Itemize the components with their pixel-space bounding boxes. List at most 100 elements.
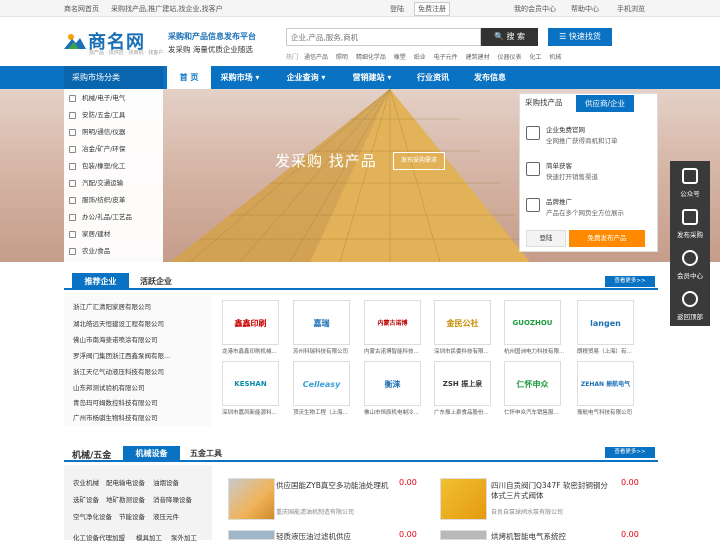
member-center-link[interactable]: 我的会员中心 [514, 4, 556, 14]
category-item[interactable]: 照明/通信/仪器 [64, 124, 163, 140]
banner-publish-button[interactable]: 发布采购需求 [393, 152, 445, 170]
product-company[interactable]: 自贡自泵球阀水泵有限公司 [491, 507, 563, 516]
product-title[interactable]: 轻质液压油过滤机供应 [276, 532, 396, 542]
keyword-link[interactable]: 模具加工 [136, 532, 162, 542]
publish-product-button[interactable]: 免费发布产品 [569, 230, 645, 247]
keyword-link[interactable]: 消音降噪设备 [153, 494, 192, 504]
product-company[interactable]: 重庆国能滤油机制造有限公司 [276, 507, 354, 516]
nav-purchase-market[interactable]: 采购市场 ▾ [214, 66, 266, 89]
publish-purchase-button[interactable]: 发布采购 [670, 202, 710, 243]
keyword-link[interactable]: 空气净化设备 [73, 511, 112, 521]
category-item[interactable]: 办公/礼品/工艺品 [64, 209, 163, 225]
register-button[interactable]: 免费注册 [414, 2, 450, 16]
product-title[interactable]: 烘烤机智能电气系统控 [491, 532, 611, 542]
tab-supplier[interactable]: 供应商/企业 [576, 95, 634, 112]
company-logo-card[interactable]: 鑫鑫印刷 龙港市鑫鑫印刷机械... [222, 300, 279, 360]
login-link[interactable]: 登陆 [390, 4, 404, 14]
mobile-link[interactable]: 手机浏览 [617, 4, 645, 14]
service-row[interactable]: 企业免费官网 全网推广获得商机和订单 [524, 122, 654, 154]
category-item[interactable]: 农业/食品 [64, 243, 163, 259]
help-center-link[interactable]: 帮助中心 [571, 4, 599, 14]
company-link[interactable]: 浙江天亿气动液压科技有限公司 [73, 366, 211, 376]
nav-marketing-site[interactable]: 营销建站 ▾ [346, 66, 398, 89]
tab-recommended-companies[interactable]: 推荐企业 [72, 273, 129, 290]
nav-company-search[interactable]: 企业查询 ▾ [279, 66, 333, 89]
product-image[interactable] [440, 478, 487, 520]
company-logo-card[interactable]: 衡涞 佛山市恒辰机电制冷... [364, 361, 421, 421]
hot-word[interactable]: 纸业 [414, 54, 426, 61]
company-logo-card[interactable]: ZSH 振上泉 广东振上泉食品股份... [434, 361, 491, 421]
member-center-button[interactable]: 会员中心 [670, 243, 710, 284]
more-machinery-button[interactable]: 查看更多>> [605, 447, 655, 458]
company-link[interactable]: 浙江广汇清阳家居有限公司 [73, 301, 211, 311]
nav-industry-news[interactable]: 行业资讯 [409, 66, 457, 89]
more-companies-button[interactable]: 查看更多>> [605, 276, 655, 287]
chart-icon [526, 198, 540, 212]
search-input[interactable] [287, 29, 480, 45]
company-link[interactable]: 湖北皓远天恒建设工程有限公司 [73, 318, 211, 328]
wechat-qr-button[interactable]: 公众号 [670, 161, 710, 202]
company-logo-card[interactable]: KESHAN 深圳市嘉风新能源科... [222, 361, 279, 421]
company-logo-card[interactable]: 嘉瑞 苏州科瑞科技有限公司 [293, 300, 350, 360]
keyword-link[interactable]: 液压元件 [153, 511, 179, 521]
quick-find-button[interactable]: ☰ 快速找货 [548, 28, 612, 46]
category-item[interactable]: 服饰/纺织/皮革 [64, 192, 163, 208]
company-link[interactable]: 罗浮阀门集团浙江西鑫泵阀有限... [73, 350, 211, 360]
hot-word[interactable]: 照明 [336, 54, 348, 61]
product-image[interactable] [440, 530, 487, 540]
category-item[interactable]: 机械/电子/电气 [64, 90, 163, 106]
company-link[interactable]: 佛山市南海斐诺喷涂有限公司 [73, 334, 211, 344]
company-logo-card[interactable]: langen 朗根贸易（上海）有... [577, 300, 634, 360]
back-to-top-button[interactable]: 返回顶部 [670, 284, 710, 325]
hot-word[interactable]: 仪器仪表 [498, 54, 522, 61]
hot-word[interactable]: 电子元件 [434, 54, 458, 61]
tab-buyer[interactable]: 采购找产品 [525, 97, 563, 108]
keyword-link[interactable]: 地矿勘测设备 [106, 494, 145, 504]
product-image[interactable] [228, 478, 275, 520]
category-item[interactable]: 汽配/交通运输 [64, 175, 163, 191]
keyword-link[interactable]: 农业机械 [73, 477, 99, 487]
company-link[interactable]: 青岛玛可姆数控科技有限公司 [73, 397, 211, 407]
company-link[interactable]: 山东邦测试验机有限公司 [73, 382, 211, 392]
company-logo-card[interactable]: GUOZHOU 杭州国洲电力科技有限... [504, 300, 564, 360]
keyword-link[interactable]: 配电输电设备 [106, 477, 145, 487]
company-logo-card[interactable]: Celleasy 顶沃生物工程（上海... [293, 361, 350, 421]
category-item[interactable]: 包装/橡塑/化工 [64, 158, 163, 174]
search-button-label: 搜 索 [506, 32, 526, 41]
company-link[interactable]: 广州市杨骐生物科技有限公司 [73, 412, 211, 422]
company-logo-card[interactable]: ZEHAN 振航电气 振航电气科技有限公司 [577, 361, 634, 421]
tab-machinery[interactable]: 机械设备 [123, 446, 180, 462]
hot-word[interactable]: 建筑建材 [466, 54, 490, 61]
service-row[interactable]: 品牌推广 产品在多个网页全方位展示 [524, 194, 654, 226]
company-logo-card[interactable]: 内蒙古诺博 内蒙古诺博智能科技... [364, 300, 421, 360]
category-item[interactable]: 家居/建材 [64, 226, 163, 242]
category-item[interactable]: 冶金/矿产/环保 [64, 141, 163, 157]
category-menu-title[interactable]: 采购市场分类 [64, 66, 163, 89]
keyword-link[interactable]: 选矿设备 [73, 494, 99, 504]
hot-word[interactable]: 精细化学品 [356, 54, 386, 61]
nav-publish-info[interactable]: 发布信息 [466, 66, 514, 89]
search-button[interactable]: 🔍 搜 索 [481, 28, 538, 46]
product-title[interactable]: 四川自贡阀门Q347F 软密封铜钢分体式三片式阀体 [491, 481, 609, 501]
logo-icon[interactable] [64, 32, 86, 50]
hot-word[interactable]: 机械 [549, 54, 561, 61]
tab-hardware[interactable]: 五金工具 [190, 448, 222, 459]
category-item[interactable]: 安防/五金/工具 [64, 107, 163, 123]
keyword-link[interactable]: 油烟设备 [153, 477, 179, 487]
nav-home[interactable]: 首 页 [167, 66, 211, 89]
home-link[interactable]: 商名网首页 [64, 4, 99, 14]
service-row[interactable]: 简单获客 快速打开销售渠道 [524, 158, 654, 190]
tab-active-companies[interactable]: 活跃企业 [140, 276, 172, 287]
product-title[interactable]: 供应国能ZYB真空多功能油处理机 [276, 481, 396, 491]
hot-word[interactable]: 橡塑 [394, 54, 406, 61]
company-logo-card[interactable]: 金民公社 深圳市民委科技有限... [434, 300, 491, 360]
keyword-link[interactable]: 化工设备代理加盟 [73, 532, 125, 542]
keyword-link[interactable]: 泵外加工 [171, 532, 197, 542]
hot-word[interactable]: 化工 [529, 54, 541, 61]
company-logo-card[interactable]: 仁怀申众 仁怀申众汽车销售服... [504, 361, 561, 421]
category-sidebar: 机械/电子/电气 安防/五金/工具 照明/通信/仪器 冶金/矿产/环保 包装/橡… [64, 89, 163, 262]
keyword-link[interactable]: 节能设备 [119, 511, 145, 521]
product-image[interactable] [228, 530, 275, 540]
hot-word[interactable]: 通信产品 [304, 54, 328, 61]
panel-login-button[interactable]: 登陆 [526, 230, 566, 247]
